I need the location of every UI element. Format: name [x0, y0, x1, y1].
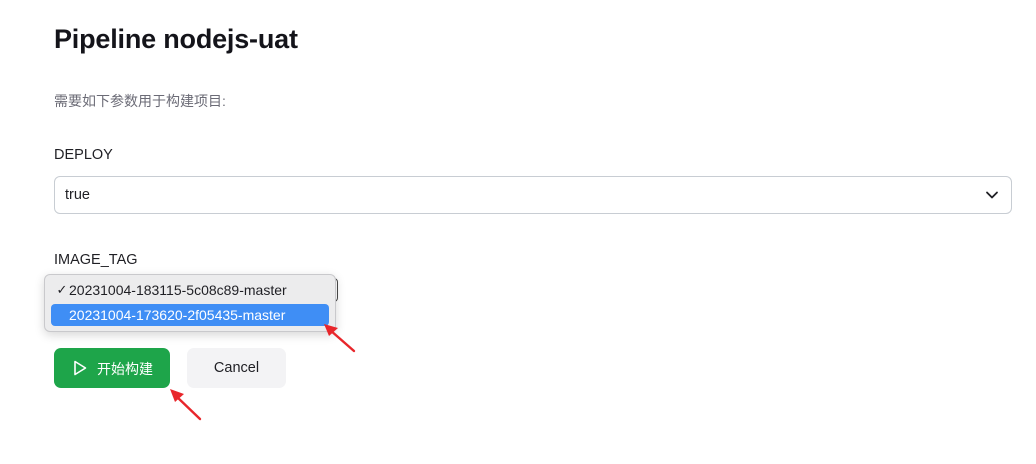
- deploy-select-value: true: [65, 187, 90, 203]
- start-build-button[interactable]: 开始构建: [54, 348, 170, 388]
- check-icon: ✓: [56, 282, 68, 297]
- image-tag-option-2[interactable]: 20231004-173620-2f05435-master: [51, 304, 329, 326]
- start-build-label: 开始构建: [97, 361, 153, 377]
- deploy-label: DEPLOY: [54, 147, 113, 163]
- option-label: 20231004-183115-5c08c89-master: [69, 282, 287, 298]
- deploy-select[interactable]: true: [54, 176, 1012, 214]
- image-tag-option-1[interactable]: ✓ 20231004-183115-5c08c89-master: [51, 279, 329, 301]
- image-tag-label: IMAGE_TAG: [54, 252, 138, 268]
- annotation-arrow-icon: [170, 389, 202, 421]
- page-title: Pipeline nodejs-uat: [54, 24, 298, 54]
- image-tag-dropdown: ✓ 20231004-183115-5c08c89-master 2023100…: [44, 274, 336, 332]
- cancel-button[interactable]: Cancel: [187, 348, 286, 388]
- page-description: 需要如下参数用于构建项目:: [54, 93, 226, 109]
- pipeline-build-page: Pipeline nodejs-uat 需要如下参数用于构建项目: DEPLOY…: [0, 0, 1036, 464]
- chevron-down-icon: [986, 191, 998, 199]
- option-label: 20231004-173620-2f05435-master: [69, 307, 286, 323]
- play-icon: [74, 360, 87, 376]
